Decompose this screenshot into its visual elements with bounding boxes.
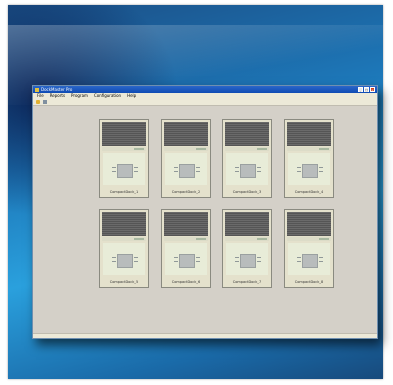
- dock-card[interactable]: CompactDock_5: [99, 209, 149, 288]
- menu-file[interactable]: File: [37, 93, 44, 99]
- dock-status-indicator: [319, 238, 329, 240]
- dock-screen: [102, 122, 146, 146]
- pin: [297, 171, 301, 172]
- dock-status-strip: [102, 237, 146, 241]
- dock-card[interactable]: CompactDock_4: [284, 119, 334, 198]
- menu-reports[interactable]: Reports: [50, 93, 65, 99]
- pin: [297, 167, 301, 168]
- dock-chip-icon: [302, 254, 318, 268]
- pin: [174, 167, 178, 168]
- dock-status-indicator: [319, 148, 329, 150]
- pin: [174, 261, 178, 262]
- dock-card[interactable]: CompactDock_1: [99, 119, 149, 198]
- menu-help[interactable]: Help: [127, 93, 136, 99]
- pin: [196, 257, 200, 258]
- desktop-background: DockMaster Pro _ □ × File Reports Progra…: [8, 5, 383, 379]
- pin: [174, 171, 178, 172]
- pin: [257, 261, 261, 262]
- dock-card[interactable]: CompactDock_8: [284, 209, 334, 288]
- dock-screen: [287, 122, 331, 146]
- pin: [235, 257, 239, 258]
- pin: [319, 261, 323, 262]
- pin: [297, 257, 301, 258]
- dock-grid: CompactDock_1 CompactDock_2 CompactDock_3 C…: [33, 106, 377, 338]
- dock-screen: [225, 122, 269, 146]
- pin: [134, 167, 138, 168]
- dock-label: CompactDock_3: [232, 190, 262, 194]
- dock-screen: [164, 122, 208, 146]
- dock-status-strip: [225, 147, 269, 151]
- dock-card[interactable]: CompactDock_2: [161, 119, 211, 198]
- dock-chip-icon: [179, 254, 195, 268]
- window-title: DockMaster Pro: [41, 87, 73, 92]
- pin: [257, 257, 261, 258]
- pin: [112, 257, 116, 258]
- toolbar: [33, 99, 377, 106]
- pin: [196, 167, 200, 168]
- dock-status-strip: [164, 237, 208, 241]
- pin: [112, 171, 116, 172]
- pin: [319, 171, 323, 172]
- dock-chip-icon: [240, 164, 256, 178]
- pin: [297, 261, 301, 262]
- pin: [112, 167, 116, 168]
- dock-chip-icon: [117, 164, 133, 178]
- open-folder-icon[interactable]: [36, 100, 40, 104]
- dock-status-indicator: [196, 238, 206, 240]
- dock-label: CompactDock_2: [171, 190, 201, 194]
- dock-status-indicator: [257, 148, 267, 150]
- dock-status-strip: [287, 237, 331, 241]
- pin: [112, 261, 116, 262]
- pin: [134, 171, 138, 172]
- dock-status-strip: [225, 237, 269, 241]
- dock-label: CompactDock_1: [109, 190, 139, 194]
- dock-label: CompactDock_5: [109, 280, 139, 284]
- maximize-button[interactable]: □: [364, 87, 369, 92]
- dock-screen: [102, 212, 146, 236]
- status-bar: [33, 333, 377, 338]
- pin: [134, 261, 138, 262]
- dock-screen: [225, 212, 269, 236]
- menu-program[interactable]: Program: [71, 93, 88, 99]
- pin: [235, 261, 239, 262]
- dock-chip-icon: [240, 254, 256, 268]
- pin: [235, 171, 239, 172]
- dock-card[interactable]: CompactDock_6: [161, 209, 211, 288]
- dock-label: CompactDock_4: [294, 190, 324, 194]
- dock-status-strip: [164, 147, 208, 151]
- pin: [196, 171, 200, 172]
- pin: [235, 167, 239, 168]
- dock-screen: [164, 212, 208, 236]
- dock-card[interactable]: CompactDock_7: [222, 209, 272, 288]
- pin: [319, 257, 323, 258]
- app-icon: [35, 87, 39, 92]
- dock-screen: [287, 212, 331, 236]
- title-bar[interactable]: DockMaster Pro _ □ ×: [33, 86, 377, 93]
- dock-status-indicator: [134, 238, 144, 240]
- dock-chip-icon: [117, 254, 133, 268]
- close-button[interactable]: ×: [370, 87, 375, 92]
- dock-chip-icon: [302, 164, 318, 178]
- dock-status-strip: [287, 147, 331, 151]
- dock-card[interactable]: CompactDock_3: [222, 119, 272, 198]
- pin: [319, 167, 323, 168]
- pin: [257, 171, 261, 172]
- minimize-button[interactable]: _: [358, 87, 363, 92]
- settings-icon[interactable]: [43, 100, 47, 104]
- dock-status-indicator: [196, 148, 206, 150]
- dock-status-indicator: [257, 238, 267, 240]
- pin: [196, 261, 200, 262]
- app-window: DockMaster Pro _ □ × File Reports Progra…: [32, 85, 378, 339]
- pin: [134, 257, 138, 258]
- menu-configuration[interactable]: Configuration: [94, 93, 121, 99]
- dock-status-strip: [102, 147, 146, 151]
- dock-label: CompactDock_8: [294, 280, 324, 284]
- dock-label: CompactDock_6: [171, 280, 201, 284]
- dock-chip-icon: [179, 164, 195, 178]
- dock-label: CompactDock_7: [232, 280, 262, 284]
- dock-status-indicator: [134, 148, 144, 150]
- pin: [174, 257, 178, 258]
- pin: [257, 167, 261, 168]
